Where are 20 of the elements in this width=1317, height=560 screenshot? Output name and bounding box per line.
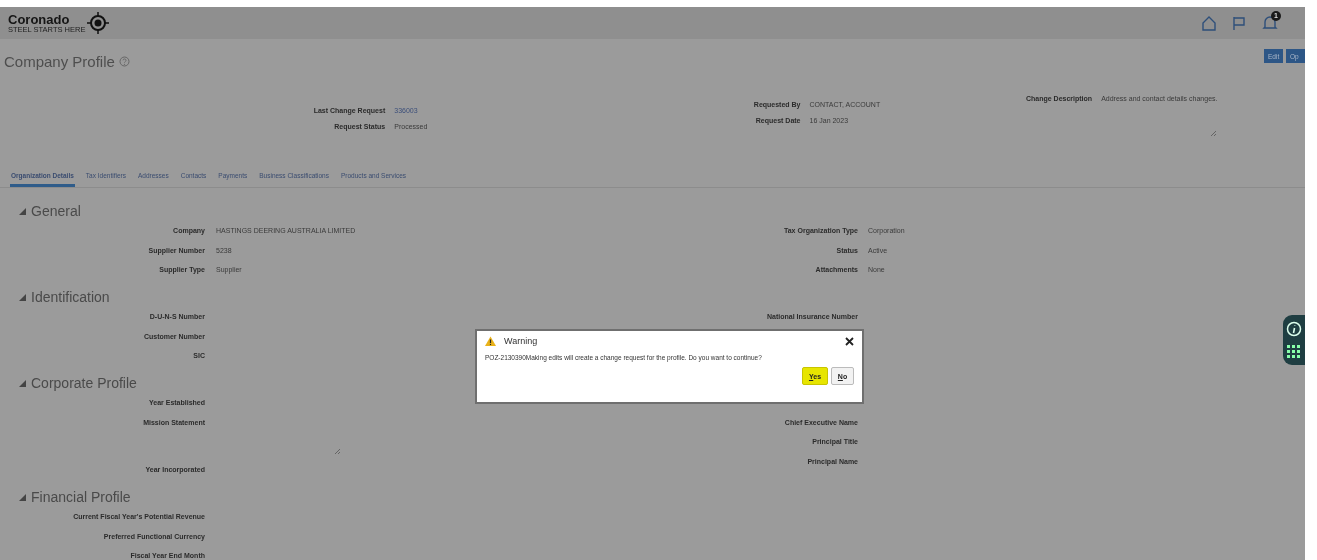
compass-logo-icon [87,12,110,35]
resize-handle-icon[interactable] [1210,130,1218,138]
grid-icon[interactable] [1286,343,1302,360]
warning-icon [485,336,496,346]
collapse-triangle-icon[interactable] [18,206,27,216]
collapse-triangle-icon[interactable] [18,492,27,502]
close-icon[interactable] [845,336,854,346]
section-heading: General [31,203,81,219]
flag-icon[interactable] [1231,15,1247,32]
info-icon[interactable] [1286,320,1302,337]
section-heading: Identification [31,289,110,305]
page-title: Company Profile [4,52,115,70]
dialog-title: Warning [504,336,538,346]
logo-text: Coronado [8,12,71,26]
collapse-triangle-icon[interactable] [18,292,27,302]
resize-handle-icon[interactable] [334,447,341,455]
section-heading: Financial Profile [31,489,131,505]
collapse-triangle-icon[interactable] [18,378,27,388]
section-heading: Corporate Profile [31,375,137,391]
home-icon[interactable] [1201,15,1217,32]
